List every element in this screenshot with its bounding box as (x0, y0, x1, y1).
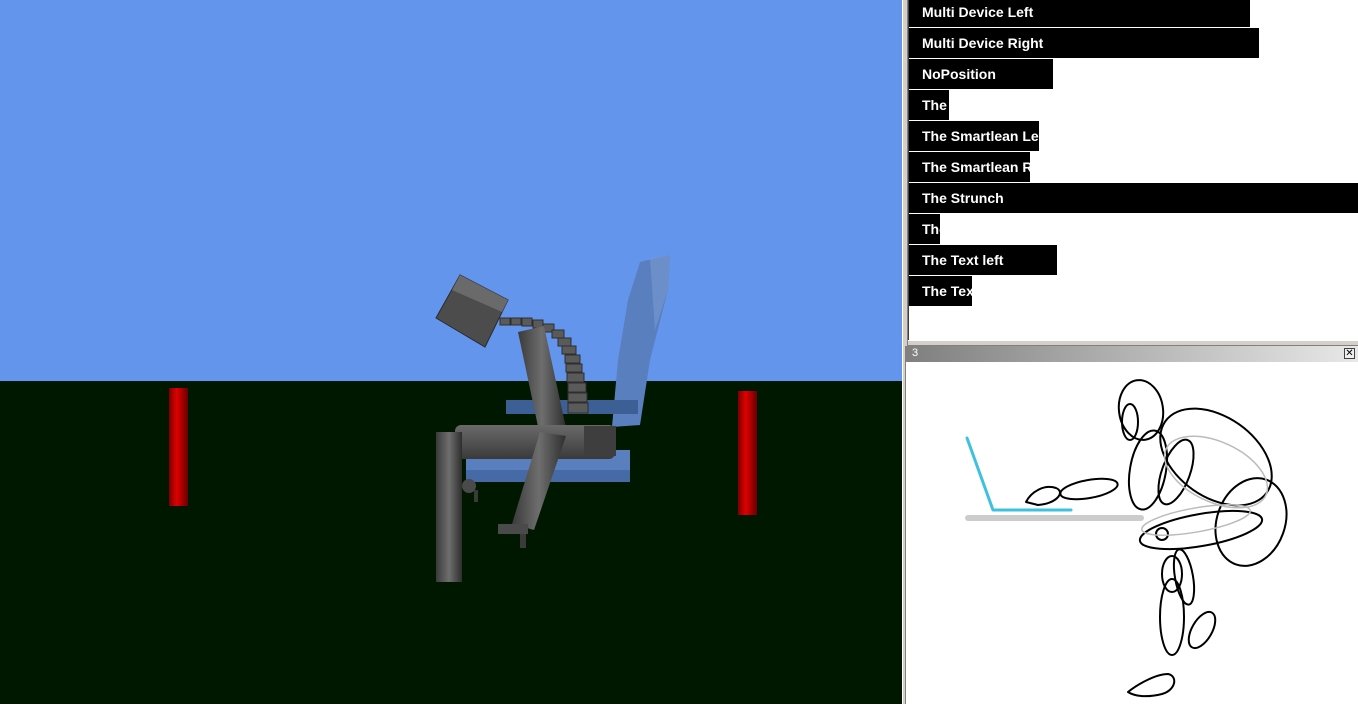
posture-bar[interactable]: The Strunch (909, 183, 1358, 213)
3d-viewport[interactable] (0, 0, 902, 704)
window-titlebar[interactable]: 3 ✕ (906, 346, 1358, 362)
posture-illustration-window: 3 ✕ (905, 346, 1358, 704)
posture-bar[interactable]: The (909, 90, 949, 120)
posture-bar[interactable]: The Text left (909, 245, 1057, 275)
posture-illustration (906, 362, 1358, 704)
posture-list: Multi Device Left Multi Device Right NoP… (908, 0, 1358, 340)
posture-bar[interactable]: The Tex (909, 276, 972, 306)
right-marker-pillar (738, 391, 757, 515)
posture-bar[interactable]: NoPosition (909, 59, 1053, 89)
posture-scene (0, 0, 902, 704)
posture-drawing (965, 379, 1288, 698)
window-title: 3 (912, 347, 919, 359)
posture-bar[interactable]: Multi Device Right (909, 28, 1259, 58)
posture-bar[interactable]: The (909, 214, 940, 244)
posture-bar[interactable]: Multi Device Left (909, 0, 1250, 27)
left-marker-pillar (169, 388, 188, 506)
posture-bar[interactable]: The Smartlean Left (909, 121, 1039, 151)
posture-bar[interactable]: The Smartlean Right (909, 152, 1030, 182)
close-icon[interactable]: ✕ (1344, 348, 1355, 359)
